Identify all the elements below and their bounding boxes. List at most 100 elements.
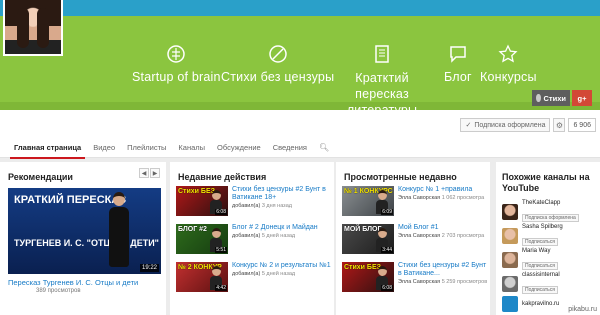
list-item[interactable]: Стихи БЕЗ 6:08 Стихи без цензуры #2 Бунт…: [176, 186, 332, 216]
watermark: pikabu.ru: [568, 306, 597, 313]
channel-banner: Startup of brain Стихи без цензуры Кратк…: [0, 0, 600, 110]
subscribed-button[interactable]: ✓ Подписка оформлена: [460, 118, 551, 132]
subscribe-button[interactable]: Подписаться: [522, 286, 558, 294]
thumbnail-text: БЛОГ #2: [178, 226, 207, 233]
brain-icon: [166, 44, 186, 64]
list-item[interactable]: БЛОГ #2 5:51 Блог # 2 Донецк и Майдан до…: [176, 224, 332, 254]
banner-link-label: Кратктий пересказ литературы: [346, 71, 418, 110]
related-channels-section: Похожие каналы на YouTube TheKateClapp П…: [496, 162, 600, 315]
avatar[interactable]: [502, 276, 518, 292]
stihi-label: Стихи: [543, 93, 566, 103]
video-meta: добавил(а) 5 дней назад: [232, 271, 296, 277]
video-title[interactable]: Конкурс № 2 и результаты №1: [232, 262, 332, 270]
video-meta: Элла Саворская 2 703 просмотра: [398, 233, 485, 239]
channel-header-bar: ✓ Подписка оформлена ⚙ 6 906 Главная стра…: [0, 110, 600, 159]
banner-link-label: Startup of brain: [132, 70, 221, 84]
video-thumbnail[interactable]: Стихи БЕЗ 6:08: [342, 262, 394, 292]
recommendations-section: Рекомендации ◀ ▶ КРАТКИЙ ПЕРЕСКАЗ ТУРГЕН…: [0, 162, 166, 315]
search-icon[interactable]: 🔍︎: [313, 140, 335, 159]
tab-channels[interactable]: Каналы: [172, 140, 211, 159]
avatar[interactable]: [502, 252, 518, 268]
video-thumbnail[interactable]: № 1 КОНКУРС 6:09: [342, 186, 394, 216]
next-arrow-icon[interactable]: ▶: [150, 168, 160, 178]
subscribe-button[interactable]: Подписаться: [522, 238, 558, 246]
google-plus-icon: g+: [577, 93, 587, 103]
channel-tabs: Главная страница Видео Плейлисты Каналы …: [8, 140, 335, 159]
social-links: Стихи g+: [532, 90, 592, 106]
video-meta: Элла Саворская 5 259 просмотров: [398, 279, 488, 285]
avatar[interactable]: [502, 296, 518, 312]
no-sign-icon: [268, 44, 288, 64]
list-item[interactable]: Стихи БЕЗ 6:08 Стихи без цензуры #2 Бунт…: [342, 262, 488, 292]
book-icon: [372, 44, 392, 64]
tab-about[interactable]: Сведения: [267, 140, 313, 159]
recent-activity-section: Недавние действия Стихи БЕЗ 6:08 Стихи б…: [170, 162, 334, 315]
tab-discussion[interactable]: Обсуждение: [211, 140, 267, 159]
subscribe-button[interactable]: Подписаться: [522, 262, 558, 270]
channel-name[interactable]: Maria Way: [522, 248, 558, 254]
video-title[interactable]: Блог # 2 Донецк и Майдан: [232, 224, 332, 232]
channel-name[interactable]: classisinternal: [522, 272, 560, 278]
stihi-icon: [536, 94, 541, 102]
gear-icon[interactable]: ⚙: [553, 118, 566, 132]
video-title[interactable]: Стихи без цензуры #2 Бунт в Ватикане...: [398, 262, 488, 278]
section-title: Недавние действия: [178, 172, 267, 182]
video-thumbnail[interactable]: Стихи БЕЗ 6:08: [176, 186, 228, 216]
channel-item[interactable]: TheKateClapp Подписка оформлена: [502, 200, 579, 224]
channel-item[interactable]: classisinternal Подписаться: [502, 272, 560, 296]
video-duration: 5:51: [215, 247, 227, 253]
google-plus-link[interactable]: g+: [572, 90, 592, 106]
list-item[interactable]: № 1 КОНКУРС 6:09 Конкурс № 1 +правила Эл…: [342, 186, 488, 216]
video-title[interactable]: Мой Блог #1: [398, 224, 488, 232]
channel-avatar[interactable]: [3, 0, 63, 56]
channel-name[interactable]: Sasha Spilberg: [522, 224, 563, 230]
banner-link-blog[interactable]: Блог: [444, 44, 472, 84]
video-duration: 6:08: [381, 285, 393, 291]
subscribe-button[interactable]: Подписка оформлена: [522, 214, 579, 222]
star-icon: [498, 44, 518, 64]
video-thumbnail[interactable]: БЛОГ #2 5:51: [176, 224, 228, 254]
video-duration: 19:22: [139, 264, 159, 272]
list-item[interactable]: № 2 КОНКУР 4:42 Конкурс № 2 и результаты…: [176, 262, 332, 292]
avatar[interactable]: [502, 204, 518, 220]
thumbnail-text: ТУРГЕНЕВ И. С. "ОТЦЫ И ДЕТИ": [14, 238, 159, 248]
banner-link-poems[interactable]: Стихи без цензуры: [221, 44, 334, 84]
video-thumbnail[interactable]: № 2 КОНКУР 4:42: [176, 262, 228, 292]
channel-name[interactable]: TheKateClapp: [522, 200, 579, 206]
carousel-arrows: ◀ ▶: [139, 168, 160, 178]
tab-playlists[interactable]: Плейлисты: [121, 140, 172, 159]
channel-item[interactable]: Sasha Spilberg Подписаться: [502, 224, 563, 248]
banner-link-startup[interactable]: Startup of brain: [132, 44, 221, 84]
banner-link-label: Блог: [444, 70, 472, 84]
video-thumbnail[interactable]: МОЙ БЛОГ 3:44: [342, 224, 394, 254]
subscribed-label: Подписка оформлена: [474, 121, 546, 129]
banner-link-literature[interactable]: Кратктий пересказ литературы: [332, 44, 432, 110]
check-icon: ✓: [465, 122, 472, 129]
channel-name[interactable]: kakpravilno.ru: [522, 301, 559, 307]
video-meta: добавил(а) 3 дня назад: [232, 203, 292, 209]
section-title: Похожие каналы на YouTube: [502, 172, 590, 193]
video-title[interactable]: Стихи без цензуры #2 Бунт в Ватикане 18+: [232, 186, 332, 202]
tab-home[interactable]: Главная страница: [8, 140, 87, 159]
featured-video-views: 389 просмотров: [36, 288, 81, 294]
banner-link-label: Стихи без цензуры: [221, 70, 335, 84]
speech-bubble-icon: [448, 44, 468, 64]
video-duration: 6:08: [215, 209, 227, 215]
list-item[interactable]: МОЙ БЛОГ 3:44 Мой Блог #1 Элла Саворская…: [342, 224, 488, 254]
video-duration: 3:44: [381, 247, 393, 253]
banner-link-label: Конкурсы: [480, 70, 537, 84]
video-duration: 4:42: [215, 285, 227, 291]
tab-videos[interactable]: Видео: [87, 140, 121, 159]
avatar[interactable]: [502, 228, 518, 244]
channel-item[interactable]: kakpravilno.ru: [502, 296, 559, 312]
prev-arrow-icon[interactable]: ◀: [139, 168, 149, 178]
recently-watched-section: Просмотренные недавно № 1 КОНКУРС 6:09 К…: [336, 162, 490, 315]
featured-video-title[interactable]: Пересказ Тургенев И. С. Отцы и дети: [8, 278, 138, 287]
video-meta: Элла Саворская 1 062 просмотра: [398, 195, 485, 201]
banner-link-contests[interactable]: Конкурсы: [480, 44, 537, 84]
stihi-link[interactable]: Стихи: [532, 90, 570, 106]
subscriber-count: 6 906: [568, 118, 596, 132]
video-title[interactable]: Конкурс № 1 +правила: [398, 186, 488, 194]
channel-item[interactable]: Maria Way Подписаться: [502, 248, 558, 272]
featured-video-thumbnail[interactable]: КРАТКИЙ ПЕРЕСКАЗ ТУРГЕНЕВ И. С. "ОТЦЫ И …: [8, 188, 161, 274]
